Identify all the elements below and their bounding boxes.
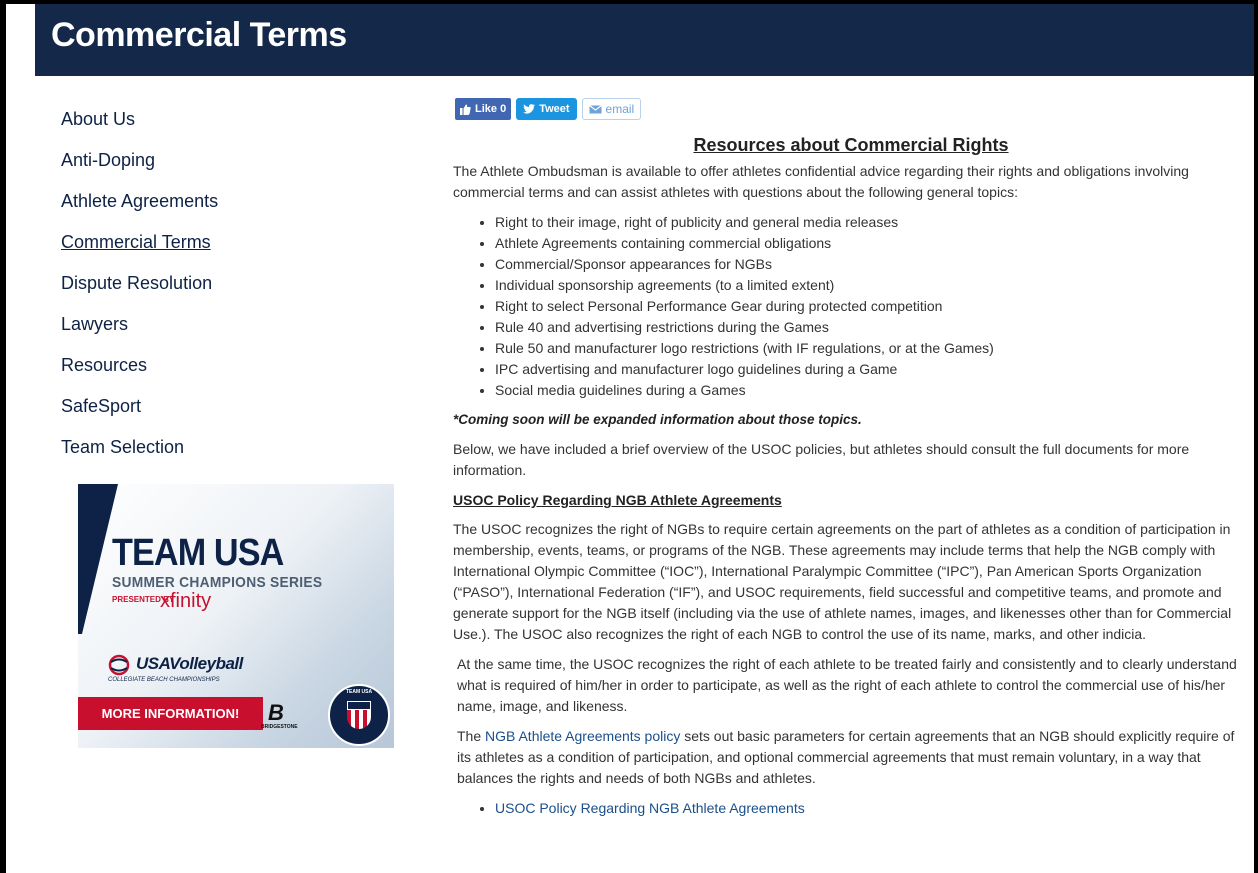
usoc-policy-link[interactable]: USOC Policy Regarding NGB Athlete Agreem…	[495, 800, 805, 816]
list-item: Social media guidelines during a Games	[495, 380, 1249, 401]
email-label: email	[605, 102, 635, 116]
sidebar-item-anti-doping[interactable]: Anti-Doping	[61, 149, 341, 190]
envelope-icon	[588, 104, 602, 113]
seal-shield-top	[347, 701, 371, 710]
sidebar-nav: About Us Anti-Doping Athlete Agreements …	[61, 108, 341, 477]
overview-paragraph: Below, we have included a brief overview…	[453, 441, 1190, 478]
main-content: Resources about Commercial Rights The At…	[453, 134, 1249, 827]
ad-subtitle: SUMMER CHAMPIONS SERIES	[112, 574, 323, 591]
window-frame-right	[1254, 0, 1258, 873]
window-frame-left	[0, 0, 6, 873]
list-item: Rule 50 and manufacturer logo restrictio…	[495, 338, 1249, 359]
ngb-athlete-agreements-policy-link[interactable]: NGB Athlete Agreements policy	[485, 728, 680, 744]
team-usa-ad-banner[interactable]: TEAM USA SUMMER CHAMPIONS SERIES PRESENT…	[78, 484, 394, 748]
seal-text: TEAM USA	[345, 689, 373, 695]
bridgestone-logo-icon: B	[268, 700, 284, 725]
policy-paragraph-3: The NGB Athlete Agreements policy sets o…	[453, 726, 1249, 789]
more-information-button[interactable]: MORE INFORMATION!	[78, 697, 263, 730]
sidebar-item-team-selection[interactable]: Team Selection	[61, 436, 341, 477]
section-title: USOC Policy Regarding NGB Athlete Agreem…	[453, 492, 782, 508]
coming-soon-note: *Coming soon will be expanded informatio…	[453, 412, 862, 427]
list-item: Right to their image, right of publicity…	[495, 212, 1249, 233]
topics-list: Right to their image, right of publicity…	[495, 212, 1249, 401]
team-usa-seal-icon: TEAM USA	[328, 684, 390, 746]
usa-volleyball-logo-icon	[108, 654, 130, 676]
tweet-button[interactable]: Tweet	[516, 98, 577, 120]
sidebar-item-athlete-agreements[interactable]: Athlete Agreements	[61, 190, 341, 231]
page-header: Commercial Terms	[35, 4, 1254, 76]
list-item: IPC advertising and manufacturer logo gu…	[495, 359, 1249, 380]
content-heading: Resources about Commercial Rights	[693, 135, 1009, 155]
list-item: Athlete Agreements containing commercial…	[495, 233, 1249, 254]
twitter-bird-icon	[523, 104, 536, 114]
like-label: Like 0	[475, 103, 507, 115]
usa-volleyball-wordmark: USAVolleyball	[136, 654, 243, 673]
page-title: Commercial Terms	[51, 16, 347, 54]
sidebar-item-lawyers[interactable]: Lawyers	[61, 313, 341, 354]
list-item: Rule 40 and advertising restrictions dur…	[495, 317, 1249, 338]
thumbs-up-icon	[460, 104, 471, 115]
ad-title: TEAM USA	[112, 532, 284, 574]
sidebar-item-safesport[interactable]: SafeSport	[61, 395, 341, 436]
sidebar-item-resources[interactable]: Resources	[61, 354, 341, 395]
policy-paragraph-2: At the same time, the USOC recognizes th…	[457, 656, 1237, 714]
bridgestone-wordmark: BRIDGESTONE	[261, 724, 298, 730]
tweet-label: Tweet	[539, 103, 570, 115]
sidebar-item-dispute-resolution[interactable]: Dispute Resolution	[61, 272, 341, 313]
usa-volleyball-subtitle: COLLEGIATE BEACH CHAMPIONSHIPS	[108, 677, 220, 683]
policy-links-list: USOC Policy Regarding NGB Athlete Agreem…	[495, 798, 1249, 819]
sidebar-item-commercial-terms[interactable]: Commercial Terms	[61, 231, 341, 272]
email-share-button[interactable]: email	[581, 98, 642, 120]
facebook-like-button[interactable]: Like 0	[455, 98, 512, 120]
xfinity-logo: xfinity	[160, 590, 212, 612]
list-item: USOC Policy Regarding NGB Athlete Agreem…	[495, 798, 1249, 819]
social-share-bar: Like 0 Tweet email	[455, 98, 642, 120]
para3-prefix: The	[457, 728, 486, 744]
sidebar-item-about-us[interactable]: About Us	[61, 108, 341, 149]
policy-paragraph-1: The USOC recognizes the right of NGBs to…	[453, 521, 1232, 642]
list-item: Right to select Personal Performance Gea…	[495, 296, 1249, 317]
list-item: Individual sponsorship agreements (to a …	[495, 275, 1249, 296]
intro-paragraph: The Athlete Ombudsman is available to of…	[453, 163, 1189, 200]
list-item: Commercial/Sponsor appearances for NGBs	[495, 254, 1249, 275]
